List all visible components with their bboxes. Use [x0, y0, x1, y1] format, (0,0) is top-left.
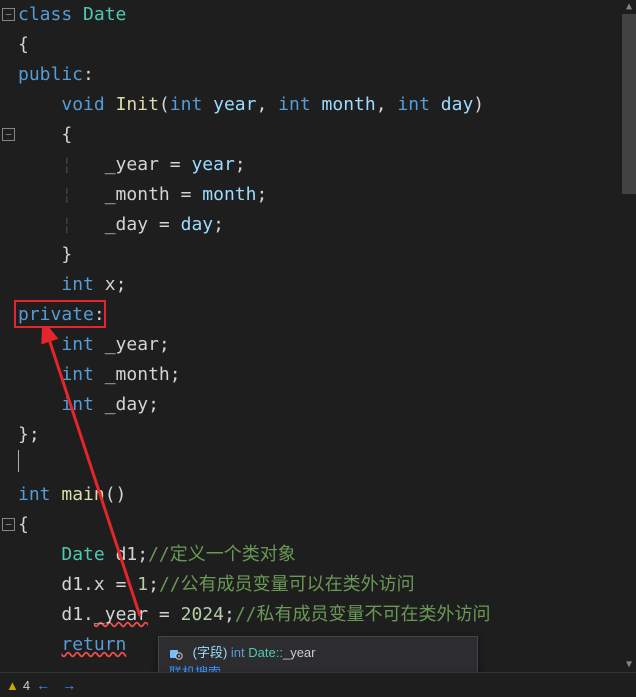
keyword-private: private [18, 304, 94, 325]
intellisense-tooltip: (字段) int Date::_year 联机搜索 [158, 636, 478, 672]
warning-icon[interactable]: ▲ [6, 678, 19, 693]
error-member[interactable]: _year [94, 604, 148, 625]
tooltip-kind: (字段) [193, 645, 228, 660]
scrollbar-vertical[interactable]: ▲ ▼ [622, 0, 636, 672]
keyword-public: public [18, 64, 83, 85]
fold-toggle[interactable]: − [2, 8, 15, 21]
warning-count[interactable]: 4 [23, 678, 30, 693]
class-name: Date [83, 4, 126, 25]
function-main: main [61, 484, 104, 505]
scroll-up-arrow[interactable]: ▲ [622, 0, 636, 14]
fold-toggle[interactable]: − [2, 128, 15, 141]
fold-toggle[interactable]: − [2, 518, 15, 531]
comment: //定义一个类对象 [148, 544, 296, 565]
nav-prev-button[interactable]: ← [36, 677, 50, 693]
online-search-link[interactable]: 联机搜索 [169, 665, 221, 672]
gutter: − − − [0, 0, 18, 672]
comment: //私有成员变量不可在类外访问 [235, 604, 491, 625]
field-icon [169, 647, 183, 661]
nav-next-button[interactable]: → [62, 677, 76, 693]
code-area[interactable]: class Date { public: void Init(int year,… [18, 0, 636, 660]
status-bar: ▲ 4 ← → [0, 672, 636, 697]
scroll-down-arrow[interactable]: ▼ [622, 658, 636, 672]
comment: //公有成员变量可以在类外访问 [159, 574, 415, 595]
code-editor[interactable]: − − − class Date { public: void Init(int… [0, 0, 636, 672]
scrollbar-thumb[interactable] [622, 14, 636, 194]
keyword-class: class [18, 4, 72, 25]
method-init: Init [116, 94, 159, 115]
